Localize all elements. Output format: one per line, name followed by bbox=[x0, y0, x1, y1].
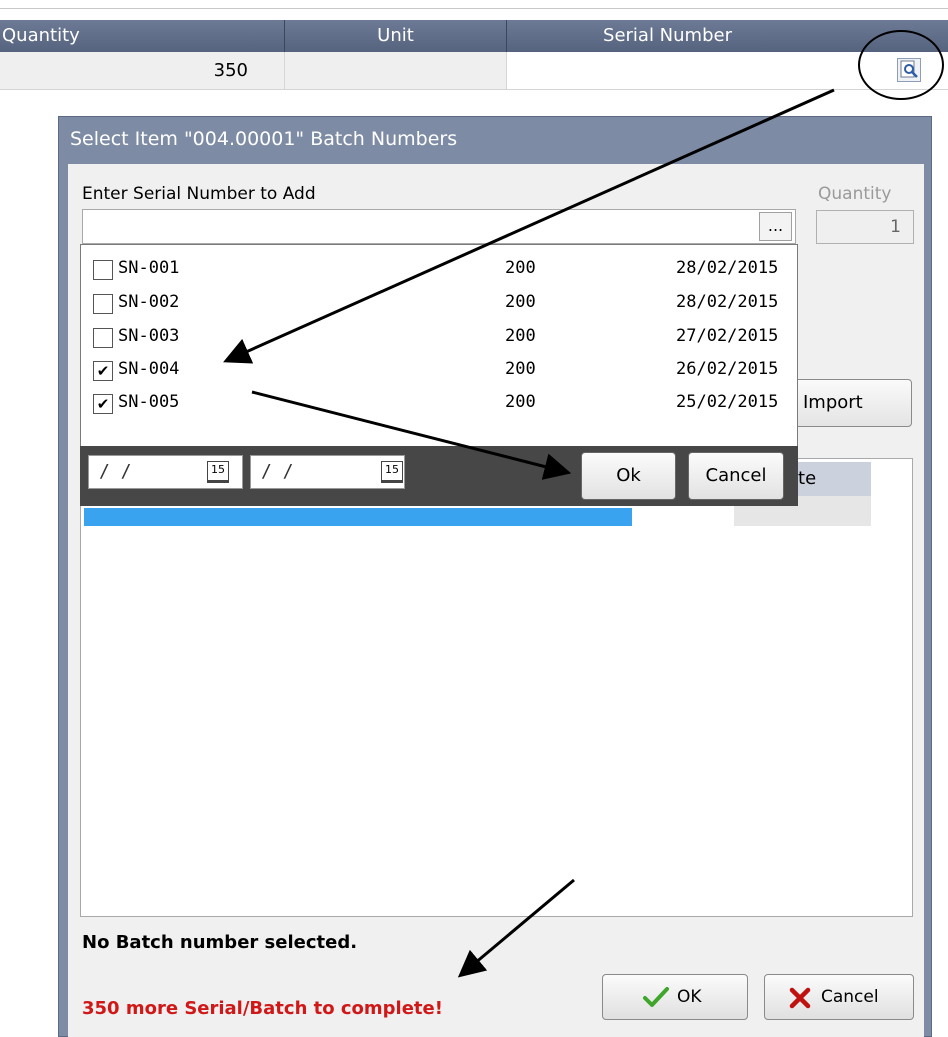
arrow-to-checkbox bbox=[223, 88, 835, 364]
arrow-to-status bbox=[457, 878, 575, 978]
arrow-to-ok bbox=[251, 390, 572, 480]
annotation-arrows bbox=[223, 88, 835, 978]
